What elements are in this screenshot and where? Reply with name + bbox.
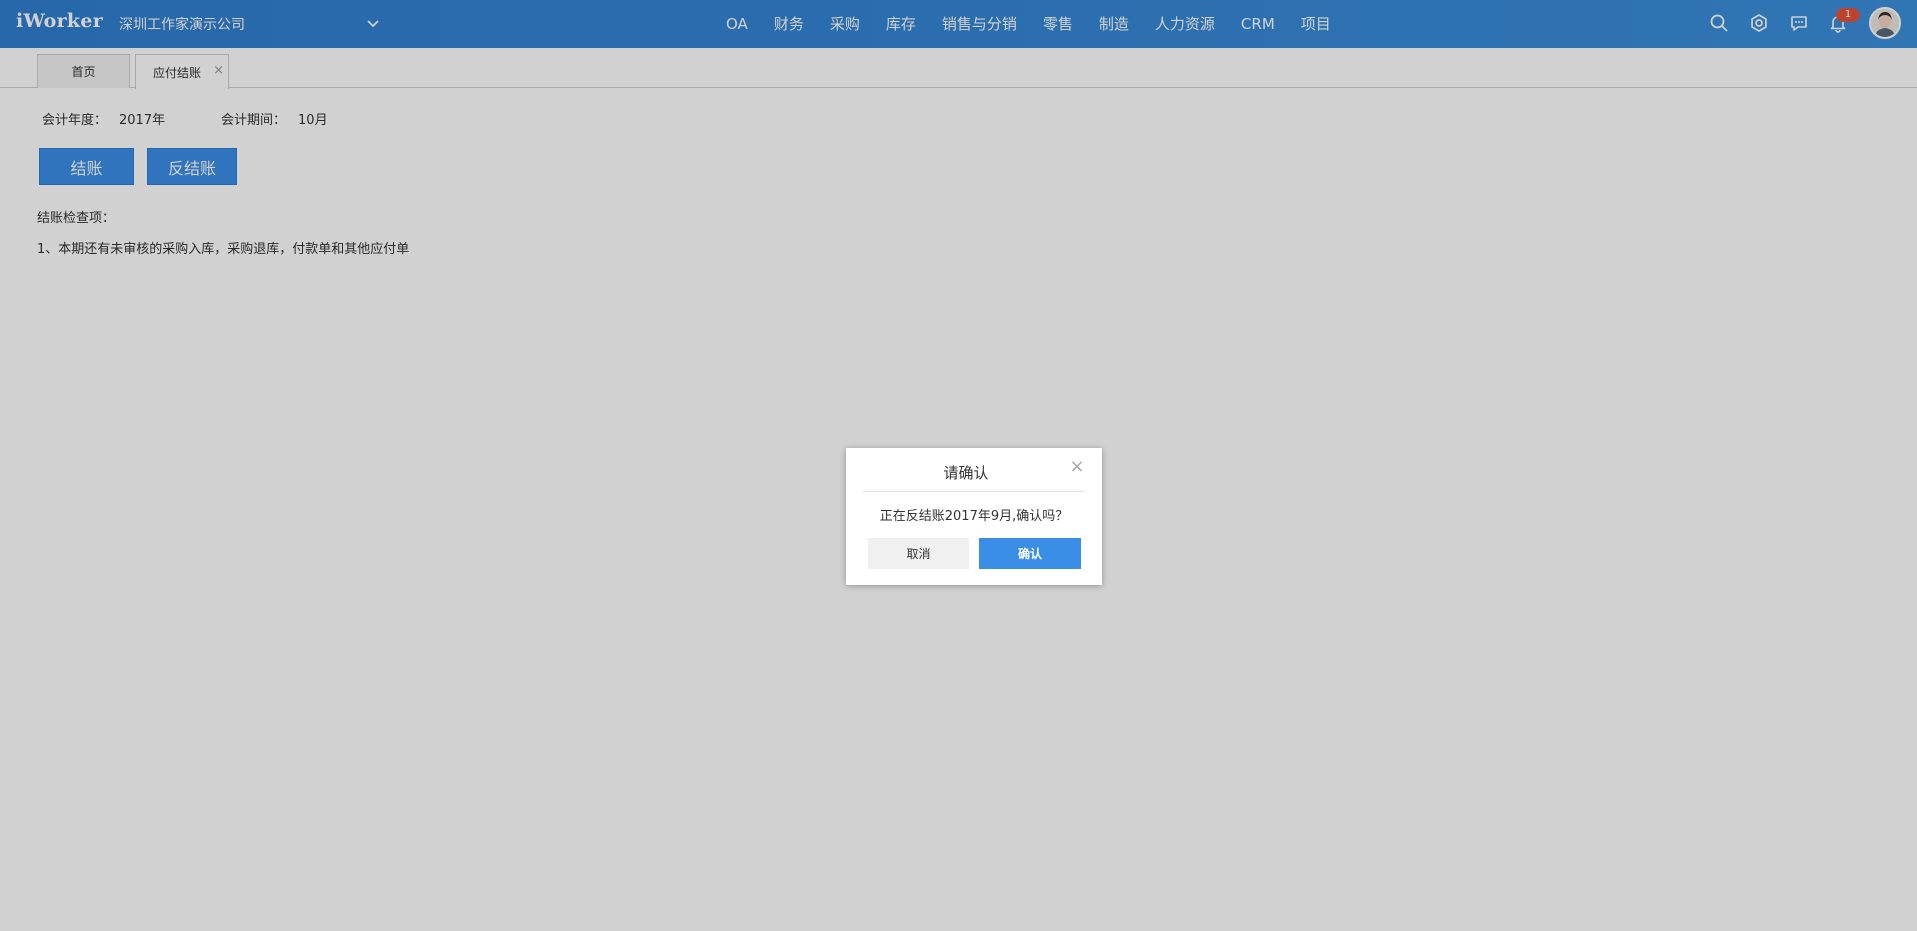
dialog-message: 正在反结账2017年9月,确认吗？ (879, 509, 1069, 524)
close-icon[interactable]: × (1068, 458, 1086, 476)
dialog-title: 请确认 (943, 464, 989, 482)
app-root: iWorker 深圳工作家演示公司 OA 财务 采购 库存 销售与分销 零售 制… (0, 0, 1917, 931)
confirm-button[interactable]: 确认 (979, 538, 1081, 569)
cancel-button[interactable]: 取消 (868, 538, 969, 569)
confirm-dialog: 请确认 × 正在反结账2017年9月,确认吗？ 取消 确认 (846, 448, 1102, 585)
dialog-divider (863, 491, 1085, 492)
